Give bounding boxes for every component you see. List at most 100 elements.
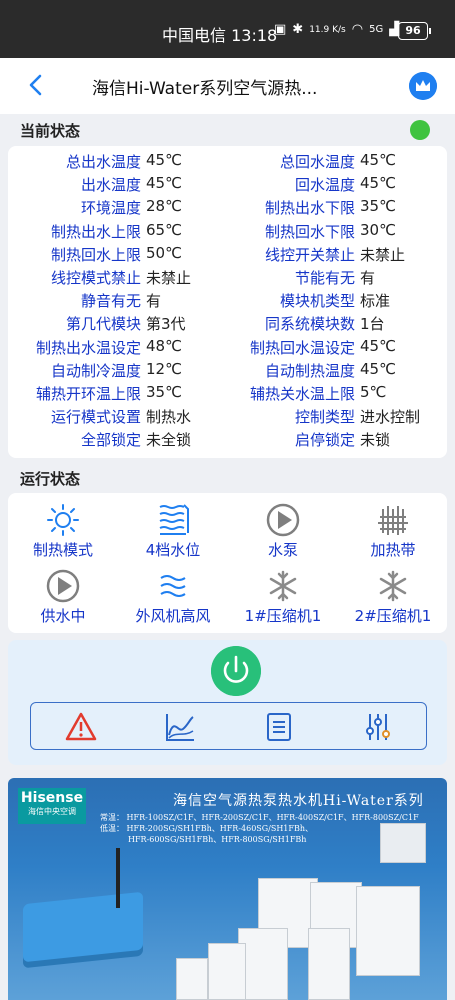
status-row: 线控模式禁止 未禁止 节能有无有: [8, 266, 447, 289]
run-item-supplying[interactable]: 供水中: [8, 569, 118, 631]
power-icon[interactable]: [211, 646, 261, 696]
online-indicator: [410, 120, 430, 140]
alarm-icon[interactable]: [65, 711, 97, 743]
status-value: 45℃: [360, 151, 396, 169]
status-label: 总出水温度: [65, 153, 141, 171]
status-value: 28℃: [146, 197, 182, 216]
status-label: 线控模式禁止: [50, 268, 141, 287]
curve-icon[interactable]: [164, 711, 196, 743]
pump-icon: [266, 503, 300, 537]
status-row: 总出水温度 45℃ 总回水温度 45℃: [8, 150, 447, 173]
status-value: 制热水: [146, 408, 192, 427]
status-label: 总回水温度: [279, 153, 355, 171]
models-line: 常温： HFR-100SZ/C1F、HFR-200SZ/C1F、HFR-400S…: [100, 813, 419, 822]
bluetooth-icon: ✱: [292, 22, 304, 37]
app-header: 海信Hi-Water系列空气源热...: [0, 58, 455, 114]
status-label: 第几代模块: [65, 315, 141, 334]
antenna-image: [116, 848, 120, 908]
status-row: 静音有无有 模块机类型 标准: [8, 289, 447, 312]
settings-sliders-icon[interactable]: [362, 711, 394, 743]
status-label: 环境温度: [80, 199, 141, 218]
status-label: 制热回水温设定: [249, 338, 355, 357]
crown-icon[interactable]: [409, 72, 437, 100]
run-item-label: 供水中: [40, 607, 86, 625]
status-value: 45℃: [360, 336, 396, 355]
status-value: 45℃: [360, 359, 396, 378]
status-value: 标准: [360, 292, 391, 311]
network-type: 5G: [369, 24, 384, 35]
fan-wind-icon: [160, 575, 186, 597]
status-label: 制热回水上限: [50, 245, 141, 264]
status-value: 未禁止: [146, 268, 192, 287]
banner-models: 常温： HFR-100SZ/C1F、HFR-200SZ/C1F、HFR-400S…: [100, 812, 419, 845]
status-label: 制热出水温设定: [35, 338, 141, 357]
run-status-title: 运行状态: [20, 470, 81, 488]
models-line: HFR-600SG/SH1FBh、HFR-800SG/SH1FBh: [128, 835, 307, 844]
carrier-time: 中国电信 13:18: [162, 26, 278, 45]
run-item-pump[interactable]: 水泵: [228, 503, 338, 565]
status-row: 制热出水上限 65℃ 制热回水下限 30℃: [8, 220, 447, 243]
status-row: 全部锁定 未全锁 启停锁定 未锁: [8, 428, 447, 451]
status-row: 辅热开环温上限 35℃ 辅热关水温上限 5℃: [8, 382, 447, 405]
status-row: 制热回水上限 50℃ 线控开关禁止 未禁止: [8, 243, 447, 266]
banner-title: 海信空气源热泵热水机Hi-Water系列: [173, 793, 424, 809]
back-icon[interactable]: [22, 70, 52, 100]
battery-icon: 96: [398, 22, 431, 40]
models-line: 低温： HFR-200SG/SH1FBh、HFR-460SG/SH1FBh、: [100, 824, 313, 833]
tool-bar: [30, 702, 427, 750]
run-item-label: 加热带: [370, 541, 416, 559]
run-item-compressor-2[interactable]: 2#压缩机1: [338, 569, 448, 631]
status-row: 运行模式设置 制热水 控制类型 进水控制: [8, 405, 447, 428]
hisense-logo: Hisense 海信中央空调: [18, 788, 86, 824]
status-label: 全部锁定: [80, 431, 141, 450]
status-value: 未全锁: [146, 431, 192, 450]
wifi-icon: ◠: [351, 22, 364, 37]
status-row: 出水温度 45℃ 回水温度 45℃: [8, 173, 447, 196]
speed-text: 11.9 K/s: [309, 24, 346, 35]
logo-text: Hisense: [20, 790, 84, 806]
run-item-heating-mode[interactable]: 制热模式: [8, 503, 118, 565]
run-item-label: 外风机高风: [135, 607, 211, 625]
product-banner[interactable]: Hisense 海信中央空调 海信空气源热泵热水机Hi-Water系列 常温： …: [8, 778, 447, 1000]
status-value: 未锁: [360, 431, 391, 450]
status-label: 模块机类型: [279, 292, 355, 311]
water-level-icon: [159, 504, 189, 535]
current-status-title: 当前状态: [20, 122, 81, 140]
run-item-heater[interactable]: 加热带: [338, 503, 448, 565]
nfc-icon: ▣: [274, 22, 287, 37]
status-value: 45℃: [146, 151, 182, 169]
run-item-label: 4档水位: [145, 541, 201, 559]
status-row: 第几代模块 第3代 同系统模块数 1台: [8, 312, 447, 335]
status-label: 自动制热温度: [264, 361, 355, 380]
status-grid: 总出水温度 45℃ 总回水温度 45℃ 出水温度 45℃ 回水温度 45℃ 环境温度 28℃ 制热出…: [8, 150, 447, 451]
status-label: 制热出水上限: [50, 222, 141, 241]
status-label: 同系统模块数: [264, 315, 355, 334]
status-label: 出水温度: [80, 176, 141, 195]
status-label: 静音有无: [80, 292, 141, 311]
run-item-compressor-1[interactable]: 1#压缩机1: [228, 569, 338, 631]
status-value: 未禁止: [360, 245, 406, 264]
status-value: 有: [146, 292, 162, 311]
status-label: 节能有无: [294, 268, 355, 287]
status-value: 12℃: [146, 359, 182, 378]
status-value: 45℃: [146, 174, 182, 193]
status-label: 运行模式设置: [50, 408, 141, 427]
status-label: 辅热关水温上限: [249, 384, 355, 403]
wire-controller-image: [380, 823, 426, 863]
run-item-label: 水泵: [267, 541, 298, 559]
run-status-card: 制热模式 4档水位 水泵 加热带 供水中 外风机高风 1#压缩机1 2#压缩机1: [8, 493, 447, 633]
status-row: 自动制冷温度 12℃ 自动制热温度 45℃: [8, 359, 447, 382]
heat-pump-unit-image: [308, 928, 350, 1000]
run-item-outdoor-fan[interactable]: 外风机高风: [118, 569, 228, 631]
snowflake-icon: [379, 570, 407, 602]
status-value: 50℃: [146, 243, 182, 262]
status-label: 回水温度: [294, 176, 355, 195]
logo-subtext: 海信中央空调: [28, 807, 76, 816]
list-icon[interactable]: [263, 711, 295, 743]
status-label: 启停锁定: [294, 431, 355, 450]
status-row: 制热出水温设定 48℃ 制热回水温设定 45℃: [8, 336, 447, 359]
run-item-water-level[interactable]: 4档水位: [118, 503, 228, 565]
status-value: 35℃: [146, 382, 182, 401]
current-status-card: 总出水温度 45℃ 总回水温度 45℃ 出水温度 45℃ 回水温度 45℃ 环境温度 28℃ 制热出…: [8, 146, 447, 458]
supply-icon: [46, 569, 80, 603]
